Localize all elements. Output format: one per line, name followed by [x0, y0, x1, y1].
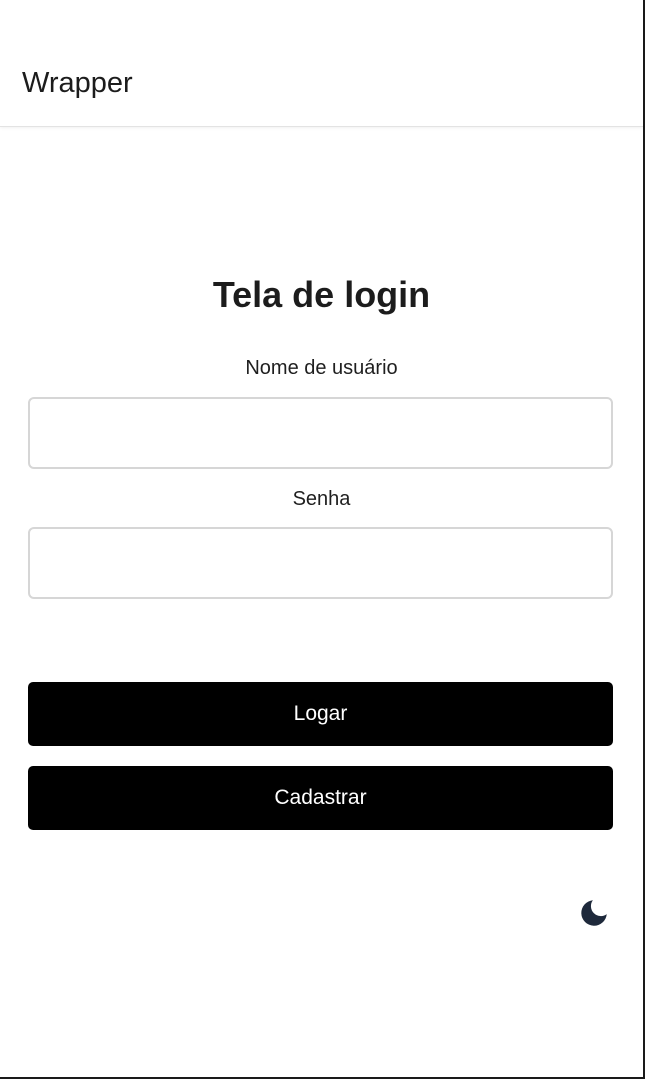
login-button[interactable]: Logar	[28, 682, 613, 746]
app-bar: Wrapper	[0, 0, 643, 127]
password-field[interactable]	[28, 527, 613, 599]
username-label: Nome de usuário	[245, 357, 398, 379]
register-button[interactable]: Cadastrar	[28, 766, 613, 830]
app-frame: Wrapper Tela de login Nome de usuário Se…	[0, 0, 645, 1079]
moon-icon	[581, 900, 607, 926]
app-title: Wrapper	[22, 67, 133, 99]
username-field[interactable]	[28, 397, 613, 469]
theme-toggle-button[interactable]	[574, 893, 614, 933]
page-title: Tela de login	[212, 274, 431, 315]
password-label: Senha	[292, 488, 351, 510]
